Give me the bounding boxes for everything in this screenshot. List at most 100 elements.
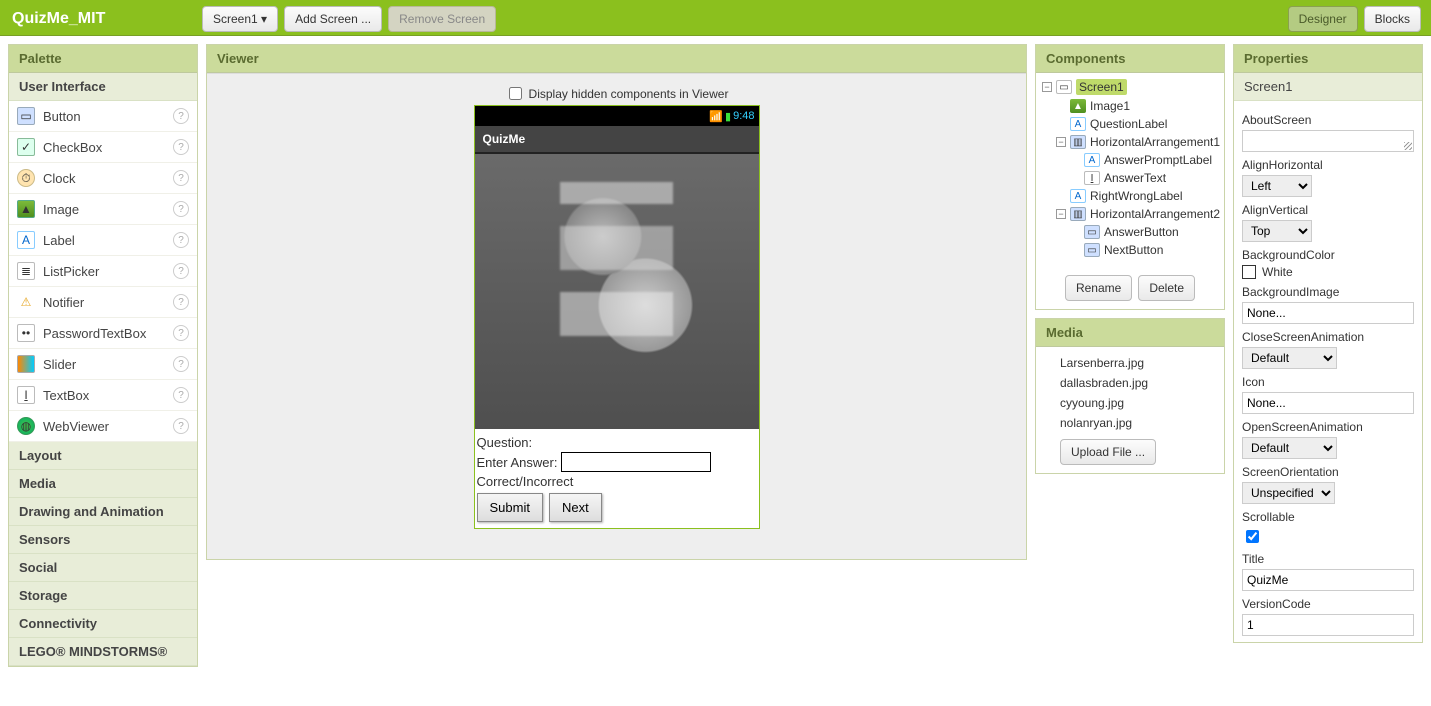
help-icon[interactable]: ? xyxy=(173,418,189,434)
help-icon[interactable]: ? xyxy=(173,294,189,310)
palette-item-label[interactable]: A Label ? xyxy=(9,225,197,256)
rename-button[interactable]: Rename xyxy=(1065,275,1132,301)
tree-node-rwl[interactable]: A RightWrongLabel xyxy=(1038,187,1222,205)
screen-icon: ▭ xyxy=(1056,80,1072,94)
help-icon[interactable]: ? xyxy=(173,201,189,217)
palette-category-media[interactable]: Media xyxy=(9,470,197,498)
screen-dropdown[interactable]: Screen1 ▾ xyxy=(202,6,278,32)
scroll-checkbox[interactable] xyxy=(1246,530,1259,543)
submit-button[interactable]: Submit xyxy=(477,493,543,522)
help-icon[interactable]: ? xyxy=(173,139,189,155)
tree-node-screen[interactable]: − ▭ Screen1 xyxy=(1038,77,1222,97)
media-file[interactable]: nolanryan.jpg xyxy=(1046,413,1214,433)
palette-category-sensors[interactable]: Sensors xyxy=(9,526,197,554)
tree-node-atxt[interactable]: I AnswerText xyxy=(1038,169,1222,187)
signal-icon: ▮ xyxy=(725,110,731,123)
rightwrong-label: Correct/Incorrect xyxy=(477,474,574,489)
title-input[interactable] xyxy=(1242,569,1414,591)
tree-node-image[interactable]: ▲ Image1 xyxy=(1038,97,1222,115)
label-icon: A xyxy=(17,231,35,249)
help-icon[interactable]: ? xyxy=(173,387,189,403)
orient-select[interactable]: Unspecified xyxy=(1242,482,1335,504)
icon-input[interactable] xyxy=(1242,392,1414,414)
phone-preview[interactable]: 📶 ▮ 9:48 QuizMe Question: Enter Answer: … xyxy=(474,105,760,529)
components-title: Components xyxy=(1036,45,1224,73)
tree-node-questionlabel[interactable]: A QuestionLabel xyxy=(1038,115,1222,133)
designer-button[interactable]: Designer xyxy=(1288,6,1358,32)
version-label: VersionCode xyxy=(1242,597,1414,611)
palette-item-slider[interactable]: Slider ? xyxy=(9,349,197,380)
show-hidden-checkbox[interactable]: Display hidden components in Viewer xyxy=(505,84,729,103)
layout-icon: ▥ xyxy=(1070,207,1086,221)
viewer-title: Viewer xyxy=(207,45,1026,73)
show-hidden-input[interactable] xyxy=(509,87,522,100)
viewer-panel: Viewer Display hidden components in View… xyxy=(206,44,1027,560)
palette-category-social[interactable]: Social xyxy=(9,554,197,582)
palette-title: Palette xyxy=(9,45,197,73)
media-file[interactable]: Larsenberra.jpg xyxy=(1046,353,1214,373)
media-panel: Media Larsenberra.jpg dallasbraden.jpg c… xyxy=(1035,318,1225,474)
orient-label: ScreenOrientation xyxy=(1242,465,1414,479)
help-icon[interactable]: ? xyxy=(173,232,189,248)
media-file[interactable]: cyyoung.jpg xyxy=(1046,393,1214,413)
add-screen-button[interactable]: Add Screen ... xyxy=(284,6,382,32)
label-icon: A xyxy=(1070,189,1086,203)
tree-node-apl[interactable]: A AnswerPromptLabel xyxy=(1038,151,1222,169)
palette-item-textbox[interactable]: I TextBox ? xyxy=(9,380,197,411)
closeanim-select[interactable]: Default xyxy=(1242,347,1337,369)
answer-input[interactable] xyxy=(561,452,711,472)
closeanim-label: CloseScreenAnimation xyxy=(1242,330,1414,344)
openanim-select[interactable]: Default xyxy=(1242,437,1337,459)
palette-item-clock[interactable]: ⏱ Clock ? xyxy=(9,163,197,194)
aboutscreen-input[interactable] xyxy=(1242,130,1414,152)
palette-category-layout[interactable]: Layout xyxy=(9,442,197,470)
collapse-icon[interactable]: − xyxy=(1042,82,1052,92)
phone-title: QuizMe xyxy=(475,126,759,154)
palette-item-checkbox[interactable]: ✓ CheckBox ? xyxy=(9,132,197,163)
help-icon[interactable]: ? xyxy=(173,108,189,124)
help-icon[interactable]: ? xyxy=(173,356,189,372)
openanim-label: OpenScreenAnimation xyxy=(1242,420,1414,434)
help-icon[interactable]: ? xyxy=(173,263,189,279)
upload-file-button[interactable]: Upload File ... xyxy=(1060,439,1156,465)
help-icon[interactable]: ? xyxy=(173,325,189,341)
palette-category-connectivity[interactable]: Connectivity xyxy=(9,610,197,638)
blocks-button[interactable]: Blocks xyxy=(1364,6,1421,32)
image-icon: ▲ xyxy=(1070,99,1086,113)
palette-category-lego[interactable]: LEGO® MINDSTORMS® xyxy=(9,638,197,666)
palette-item-password[interactable]: •• PasswordTextBox ? xyxy=(9,318,197,349)
remove-screen-button[interactable]: Remove Screen xyxy=(388,6,496,32)
palette-item-notifier[interactable]: ⚠ Notifier ? xyxy=(9,287,197,318)
tree-node-nbtn[interactable]: ▭ NextButton xyxy=(1038,241,1222,259)
textbox-icon: I xyxy=(1084,171,1100,185)
bgcolor-value[interactable]: White xyxy=(1242,265,1414,279)
palette-category-storage[interactable]: Storage xyxy=(9,582,197,610)
palette-category-drawing[interactable]: Drawing and Animation xyxy=(9,498,197,526)
alignv-select[interactable]: Top xyxy=(1242,220,1312,242)
palette-item-listpicker[interactable]: ≣ ListPicker ? xyxy=(9,256,197,287)
media-file[interactable]: dallasbraden.jpg xyxy=(1046,373,1214,393)
tree-node-ha1[interactable]: − ▥ HorizontalArrangement1 xyxy=(1038,133,1222,151)
palette-item-webviewer[interactable]: ◍ WebViewer ? xyxy=(9,411,197,442)
alignh-label: AlignHorizontal xyxy=(1242,158,1414,172)
version-input[interactable] xyxy=(1242,614,1414,636)
collapse-icon[interactable]: − xyxy=(1056,209,1066,219)
bgimage-input[interactable] xyxy=(1242,302,1414,324)
tree-node-abtn[interactable]: ▭ AnswerButton xyxy=(1038,223,1222,241)
palette-item-image[interactable]: ▲ Image ? xyxy=(9,194,197,225)
webviewer-icon: ◍ xyxy=(17,417,35,435)
palette-item-button[interactable]: ▭ Button ? xyxy=(9,101,197,132)
tree-node-ha2[interactable]: − ▥ HorizontalArrangement2 xyxy=(1038,205,1222,223)
topbar: QuizMe_MIT Screen1 ▾ Add Screen ... Remo… xyxy=(0,0,1431,36)
preview-image[interactable] xyxy=(475,154,759,429)
help-icon[interactable]: ? xyxy=(173,170,189,186)
palette-subheader[interactable]: User Interface xyxy=(9,73,197,101)
alignh-select[interactable]: Left xyxy=(1242,175,1312,197)
button-icon: ▭ xyxy=(1084,243,1100,257)
next-button[interactable]: Next xyxy=(549,493,602,522)
collapse-icon[interactable]: − xyxy=(1056,137,1066,147)
slider-icon xyxy=(17,355,35,373)
color-swatch-icon xyxy=(1242,265,1256,279)
delete-button[interactable]: Delete xyxy=(1138,275,1195,301)
password-icon: •• xyxy=(17,324,35,342)
